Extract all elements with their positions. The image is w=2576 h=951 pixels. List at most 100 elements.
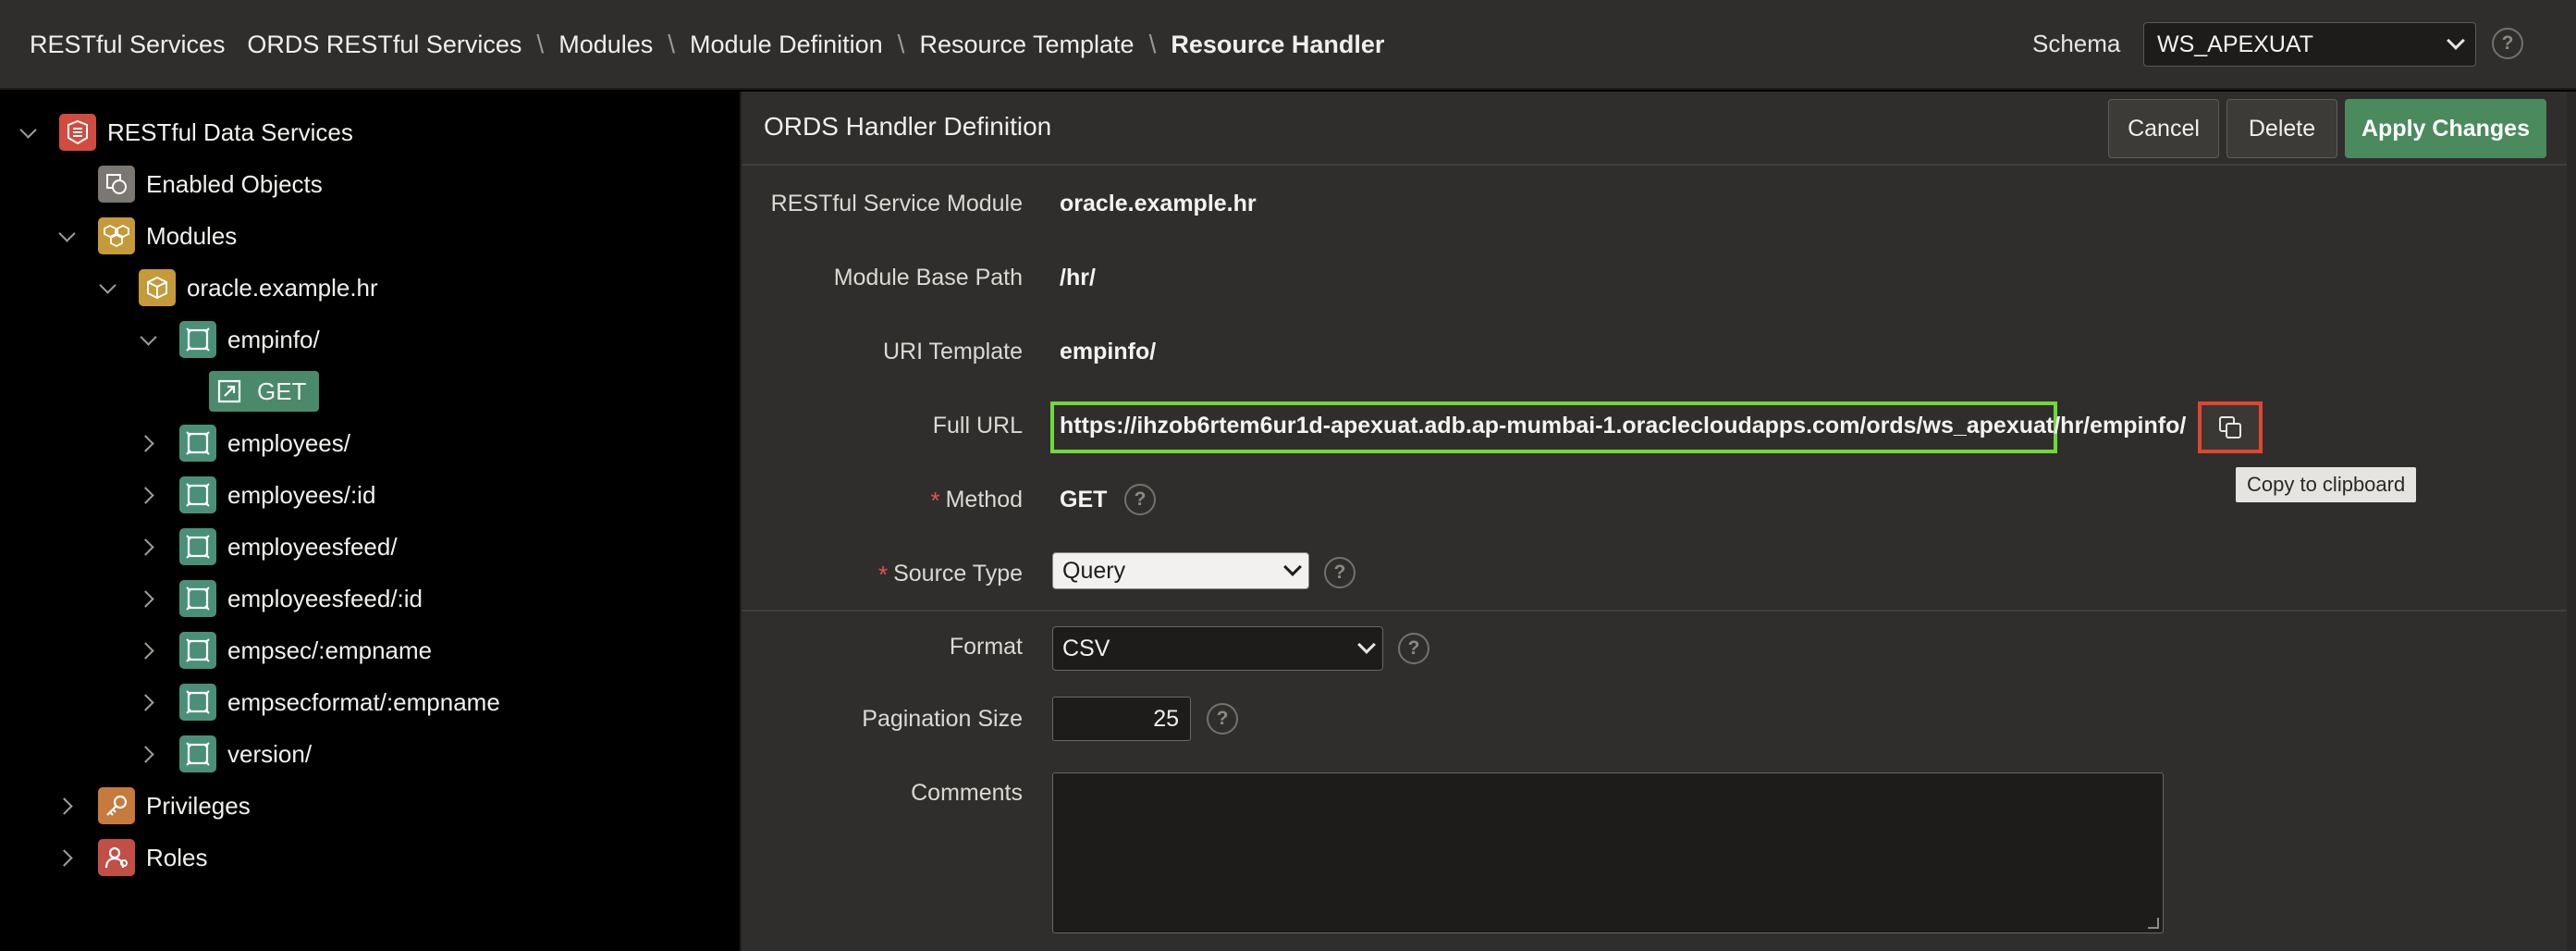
tree-node-template-employeesfeed-id[interactable]: employeesfeed/:id	[137, 576, 423, 621]
help-icon[interactable]: ?	[2492, 28, 2523, 59]
template-icon	[179, 425, 216, 462]
required-marker: *	[877, 561, 889, 588]
resource-tree: RESTful Data Services Enabled Objects Mo…	[0, 92, 738, 951]
copy-to-clipboard-button[interactable]	[2198, 401, 2263, 453]
top-bar: RESTful Services ORDS RESTful Services \…	[0, 0, 2576, 90]
schema-select[interactable]: WS_APEXUAT	[2143, 22, 2476, 67]
collapse-icon[interactable]	[17, 121, 39, 143]
collapse-icon[interactable]	[96, 277, 118, 299]
breadcrumb-restful-services[interactable]: RESTful Services	[30, 31, 226, 59]
pagination-size-label: Pagination Size	[862, 706, 1023, 732]
expand-icon[interactable]	[137, 639, 159, 661]
base-path-value: /hr/	[1060, 265, 1096, 290]
breadcrumb-separator: \	[1148, 30, 1157, 58]
tree-node-module-oracle-example-hr[interactable]: oracle.example.hr	[96, 266, 378, 310]
collapse-icon[interactable]	[55, 225, 78, 247]
expand-icon[interactable]	[137, 432, 159, 454]
tree-node-restful-data-services[interactable]: RESTful Data Services	[17, 110, 353, 154]
module-value: oracle.example.hr	[1060, 191, 1257, 216]
handler-panel: ORDS Handler Definition Cancel Delete Ap…	[740, 92, 2576, 951]
uri-template-label: URI Template	[883, 339, 1023, 364]
template-icon	[179, 632, 216, 669]
tree-label: empinfo/	[227, 325, 320, 353]
format-select[interactable]: CSV	[1052, 626, 1383, 671]
tree-node-enabled-objects[interactable]: Enabled Objects	[55, 162, 323, 206]
source-type-help-icon[interactable]: ?	[1324, 557, 1355, 588]
method-value: GET	[1060, 487, 1108, 513]
method-help-icon[interactable]: ?	[1124, 484, 1156, 515]
tree-node-modules[interactable]: Modules	[55, 214, 237, 258]
tree-label: employees/	[227, 428, 350, 457]
expand-icon[interactable]	[137, 743, 159, 765]
expand-icon[interactable]	[55, 795, 78, 817]
comments-textarea[interactable]	[1052, 772, 2164, 933]
tree-node-template-version[interactable]: version/	[137, 732, 312, 776]
tree-node-template-empsecformat[interactable]: empsecformat/:empname	[137, 680, 500, 724]
module-label: RESTful Service Module	[770, 191, 1023, 216]
template-icon	[179, 476, 216, 513]
format-value: CSV	[1062, 635, 1110, 661]
resize-handle-icon[interactable]	[2148, 918, 2159, 929]
tree-label: Modules	[146, 221, 238, 250]
tree-label: empsecformat/:empname	[227, 687, 500, 716]
base-path-label: Module Base Path	[833, 265, 1023, 290]
schema-label: Schema	[2032, 30, 2121, 57]
template-icon	[179, 735, 216, 772]
tree-label: Roles	[146, 843, 208, 871]
chevron-down-icon	[1357, 636, 1376, 654]
full-url-value[interactable]: https://ihzob6rtem6ur1d-apexuat.adb.ap-m…	[1060, 413, 2186, 439]
tree-node-template-employees-id[interactable]: employees/:id	[137, 473, 375, 517]
tree-label: employeesfeed/:id	[227, 584, 423, 612]
cancel-button[interactable]: Cancel	[2108, 99, 2219, 158]
selected-handler[interactable]: GET	[209, 371, 320, 412]
copy-icon	[2219, 416, 2241, 438]
panel-scrollbar[interactable]	[2567, 92, 2576, 951]
copy-tooltip: Copy to clipboard	[2236, 467, 2417, 502]
enabled-objects-icon	[98, 166, 135, 203]
breadcrumb-modules[interactable]: Modules	[558, 31, 653, 59]
module-icon	[139, 269, 176, 306]
modules-icon	[98, 217, 135, 254]
tree-node-privileges[interactable]: Privileges	[55, 784, 251, 828]
tree-node-template-empinfo[interactable]: empinfo/	[137, 317, 320, 362]
user-role-icon	[98, 839, 135, 876]
expand-icon[interactable]	[137, 484, 159, 506]
tree-label: Enabled Objects	[146, 169, 323, 198]
pagination-help-icon[interactable]: ?	[1207, 703, 1238, 735]
tree-node-template-employeesfeed[interactable]: employeesfeed/	[137, 525, 398, 569]
tree-node-handler-get[interactable]: GET	[209, 369, 320, 414]
breadcrumb-resource-template[interactable]: Resource Template	[919, 31, 1134, 59]
template-icon	[179, 528, 216, 565]
page-title: ORDS Handler Definition	[764, 112, 1052, 141]
tree-label: employeesfeed/	[227, 532, 398, 561]
breadcrumb-separator: \	[897, 30, 905, 58]
expand-icon[interactable]	[137, 536, 159, 558]
tree-node-roles[interactable]: Roles	[55, 835, 207, 880]
tree-label: RESTful Data Services	[107, 117, 353, 146]
breadcrumb-ords-restful-services[interactable]: ORDS RESTful Services	[247, 31, 521, 59]
source-type-select[interactable]: Query	[1052, 552, 1309, 589]
collapse-icon[interactable]	[137, 328, 159, 351]
format-help-icon[interactable]: ?	[1398, 633, 1429, 664]
method-label: Method	[945, 487, 1023, 513]
expand-icon[interactable]	[137, 691, 159, 713]
breadcrumb-resource-handler: Resource Handler	[1171, 30, 1385, 58]
tree-label: oracle.example.hr	[187, 273, 378, 302]
tree-label: version/	[227, 739, 313, 768]
expand-icon[interactable]	[137, 587, 159, 610]
tree-node-template-empsec[interactable]: empsec/:empname	[137, 628, 432, 673]
template-icon	[179, 684, 216, 721]
required-marker: *	[930, 487, 940, 514]
panel-header: ORDS Handler Definition Cancel Delete Ap…	[742, 92, 2576, 166]
expand-icon[interactable]	[55, 846, 78, 869]
database-icon	[59, 114, 96, 151]
breadcrumb-separator: \	[668, 30, 676, 58]
tree-node-template-employees[interactable]: employees/	[137, 421, 350, 465]
pagination-size-input[interactable]: 25	[1052, 697, 1191, 741]
delete-button[interactable]: Delete	[2226, 99, 2337, 158]
source-type-value: Query	[1062, 557, 1126, 584]
breadcrumb-module-definition[interactable]: Module Definition	[690, 31, 883, 59]
format-label: Format	[949, 634, 1023, 660]
comments-label: Comments	[911, 780, 1023, 806]
apply-changes-button[interactable]: Apply Changes	[2345, 99, 2546, 158]
